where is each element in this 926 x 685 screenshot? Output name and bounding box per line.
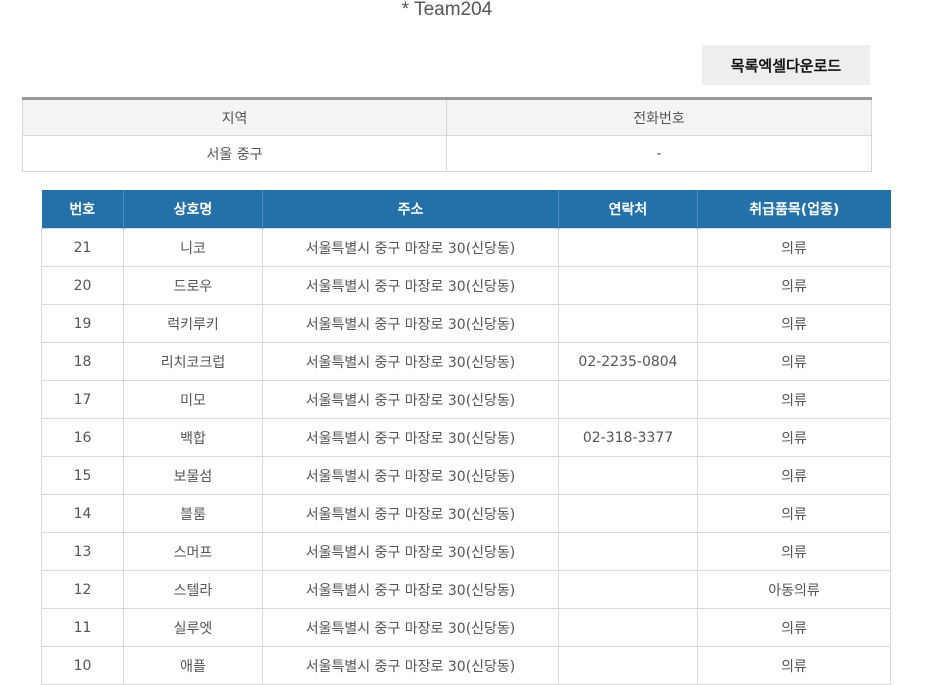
shop-contact bbox=[558, 266, 698, 305]
table-row: 14 블룸 서울특별시 중구 마장로 30(신당동) 의류 bbox=[41, 494, 891, 533]
shop-category: 의류 bbox=[697, 380, 891, 419]
shop-number: 10 bbox=[41, 646, 124, 685]
table-row: 10 애플 서울특별시 중구 마장로 30(신당동) 의류 bbox=[41, 646, 891, 685]
col-contact-header: 연락처 bbox=[558, 190, 698, 229]
shop-name-link[interactable]: 미모 bbox=[123, 380, 263, 419]
shop-name-link[interactable]: 스머프 bbox=[123, 532, 263, 571]
shop-category: 의류 bbox=[697, 494, 891, 533]
shop-number: 20 bbox=[41, 266, 124, 305]
shop-category: 의류 bbox=[697, 646, 891, 685]
shop-category: 의류 bbox=[697, 608, 891, 647]
shop-category: 의류 bbox=[697, 342, 891, 381]
shop-category: 의류 bbox=[697, 418, 891, 457]
shop-contact bbox=[558, 494, 698, 533]
table-row: 17 미모 서울특별시 중구 마장로 30(신당동) 의류 bbox=[41, 380, 891, 419]
shop-name-link[interactable]: 백합 bbox=[123, 418, 263, 457]
shop-contact bbox=[558, 228, 698, 267]
table-row: 13 스머프 서울특별시 중구 마장로 30(신당동) 의류 bbox=[41, 532, 891, 571]
table-row: 18 리치코크럽 서울특별시 중구 마장로 30(신당동) 02-2235-0804 의… bbox=[41, 342, 891, 381]
table-row: 21 니코 서울특별시 중구 마장로 30(신당동) 의류 bbox=[41, 228, 891, 267]
shop-contact bbox=[558, 570, 698, 609]
shop-number: 14 bbox=[41, 494, 124, 533]
shop-number: 15 bbox=[41, 456, 124, 495]
region-info-table: 지역 전화번호 서울 중구 - bbox=[22, 97, 872, 172]
shop-name-link[interactable]: 니코 bbox=[123, 228, 263, 267]
shop-number: 19 bbox=[41, 304, 124, 343]
region-info-row: 서울 중구 - bbox=[22, 135, 872, 172]
shop-category: 의류 bbox=[697, 532, 891, 571]
table-row: 20 드로우 서울특별시 중구 마장로 30(신당동) 의류 bbox=[41, 266, 891, 305]
shop-name-link[interactable]: 드로우 bbox=[123, 266, 263, 305]
shop-number: 17 bbox=[41, 380, 124, 419]
table-row: 19 럭키루키 서울특별시 중구 마장로 30(신당동) 의류 bbox=[41, 304, 891, 343]
col-address-header: 주소 bbox=[262, 190, 559, 229]
shop-address: 서울특별시 중구 마장로 30(신당동) bbox=[262, 342, 559, 381]
region-info-header-row: 지역 전화번호 bbox=[22, 98, 872, 136]
phone-value: - bbox=[446, 135, 872, 172]
shop-name-link[interactable]: 실루엣 bbox=[123, 608, 263, 647]
table-row: 16 백합 서울특별시 중구 마장로 30(신당동) 02-318-3377 의류 bbox=[41, 418, 891, 457]
shop-list-header-row: 번호 상호명 주소 연락처 취급품목(업종) bbox=[41, 190, 891, 229]
shop-number: 11 bbox=[41, 608, 124, 647]
col-category-header: 취급품목(업종) bbox=[697, 190, 891, 229]
page-title: * Team204 bbox=[401, 0, 493, 20]
shop-contact bbox=[558, 456, 698, 495]
shop-address: 서울특별시 중구 마장로 30(신당동) bbox=[262, 266, 559, 305]
shop-contact bbox=[558, 304, 698, 343]
shop-number: 18 bbox=[41, 342, 124, 381]
region-header: 지역 bbox=[22, 98, 447, 136]
shop-name-link[interactable]: 블룸 bbox=[123, 494, 263, 533]
shop-name-link[interactable]: 리치코크럽 bbox=[123, 342, 263, 381]
shop-address: 서울특별시 중구 마장로 30(신당동) bbox=[262, 304, 559, 343]
phone-header: 전화번호 bbox=[446, 98, 872, 136]
shop-address: 서울특별시 중구 마장로 30(신당동) bbox=[262, 494, 559, 533]
shop-address: 서울특별시 중구 마장로 30(신당동) bbox=[262, 608, 559, 647]
shop-address: 서울특별시 중구 마장로 30(신당동) bbox=[262, 570, 559, 609]
shop-category: 의류 bbox=[697, 304, 891, 343]
shop-name-link[interactable]: 스텔라 bbox=[123, 570, 263, 609]
shop-number: 12 bbox=[41, 570, 124, 609]
shop-contact bbox=[558, 646, 698, 685]
shop-address: 서울특별시 중구 마장로 30(신당동) bbox=[262, 646, 559, 685]
col-number-header: 번호 bbox=[41, 190, 124, 229]
shop-category: 의류 bbox=[697, 456, 891, 495]
shop-number: 16 bbox=[41, 418, 124, 457]
shop-name-link[interactable]: 애플 bbox=[123, 646, 263, 685]
shop-contact: 02-2235-0804 bbox=[558, 342, 698, 381]
shop-contact bbox=[558, 532, 698, 571]
shop-address: 서울특별시 중구 마장로 30(신당동) bbox=[262, 532, 559, 571]
shop-list-table: 번호 상호명 주소 연락처 취급품목(업종) 21 니코 서울특별시 중구 마장로 … bbox=[41, 190, 891, 685]
region-value: 서울 중구 bbox=[22, 135, 447, 172]
shop-name-link[interactable]: 보물섬 bbox=[123, 456, 263, 495]
shop-address: 서울특별시 중구 마장로 30(신당동) bbox=[262, 456, 559, 495]
shop-contact bbox=[558, 380, 698, 419]
shop-address: 서울특별시 중구 마장로 30(신당동) bbox=[262, 418, 559, 457]
shop-category: 아동의류 bbox=[697, 570, 891, 609]
shop-category: 의류 bbox=[697, 228, 891, 267]
shop-address: 서울특별시 중구 마장로 30(신당동) bbox=[262, 228, 559, 267]
table-row: 15 보물섬 서울특별시 중구 마장로 30(신당동) 의류 bbox=[41, 456, 891, 495]
excel-download-button[interactable]: 목록엑셀다운로드 bbox=[702, 45, 870, 85]
table-row: 12 스텔라 서울특별시 중구 마장로 30(신당동) 아동의류 bbox=[41, 570, 891, 609]
shop-list-body: 21 니코 서울특별시 중구 마장로 30(신당동) 의류 20 드로우 서울특별시 중구 … bbox=[41, 228, 891, 685]
shop-number: 13 bbox=[41, 532, 124, 571]
shop-category: 의류 bbox=[697, 266, 891, 305]
shop-contact bbox=[558, 608, 698, 647]
col-shop-name-header: 상호명 bbox=[123, 190, 263, 229]
shop-name-link[interactable]: 럭키루키 bbox=[123, 304, 263, 343]
table-row: 11 실루엣 서울특별시 중구 마장로 30(신당동) 의류 bbox=[41, 608, 891, 647]
shop-number: 21 bbox=[41, 228, 124, 267]
shop-contact: 02-318-3377 bbox=[558, 418, 698, 457]
shop-address: 서울특별시 중구 마장로 30(신당동) bbox=[262, 380, 559, 419]
